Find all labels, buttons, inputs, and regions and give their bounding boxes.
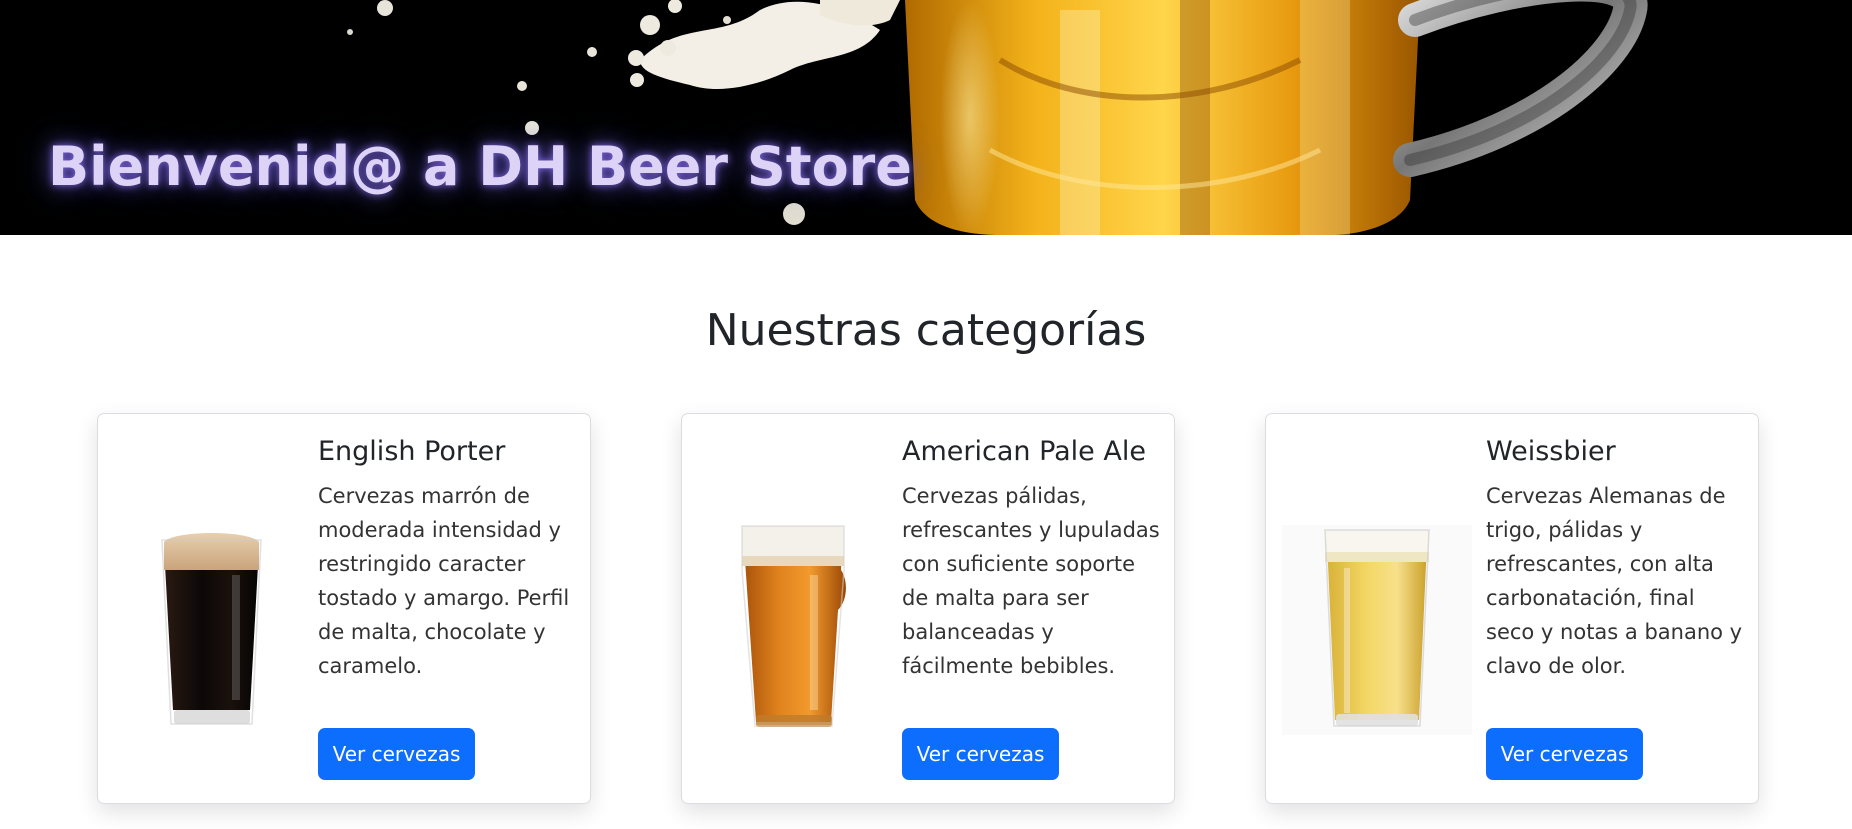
pale-wheat-beer-glass-image xyxy=(1282,525,1472,735)
hero-title: Bienvenid@ a DH Beer Store xyxy=(48,135,912,198)
section-title: Nuestras categorías xyxy=(705,305,1147,356)
beer-mug-splash-image xyxy=(0,0,1852,235)
card-title: American Pale Ale xyxy=(902,436,1146,467)
card-title: English Porter xyxy=(318,436,506,467)
category-card-weissbier: Weissbier Cervezas Alemanas de trigo, pá… xyxy=(1265,413,1759,804)
card-title: Weissbier xyxy=(1486,436,1616,467)
ver-cervezas-button[interactable]: Ver cervezas xyxy=(1486,728,1643,780)
ver-cervezas-button[interactable]: Ver cervezas xyxy=(902,728,1059,780)
card-description: Cervezas pálidas, refrescantes y lupulad… xyxy=(902,484,1160,678)
card-description: Cervezas marrón de moderada intensidad y… xyxy=(318,484,570,678)
ver-cervezas-button[interactable]: Ver cervezas xyxy=(318,728,475,780)
category-card-english-porter: English Porter Cervezas marrón de modera… xyxy=(97,413,591,804)
category-card-american-pale-ale: American Pale Ale Cervezas pálidas, refr… xyxy=(681,413,1175,804)
hero-banner: Bienvenid@ a DH Beer Store xyxy=(0,0,1852,235)
dark-porter-glass-image xyxy=(161,533,262,725)
card-description: Cervezas Alemanas de trigo, pálidas y re… xyxy=(1486,484,1743,678)
amber-pale-ale-glass-image xyxy=(741,525,846,727)
